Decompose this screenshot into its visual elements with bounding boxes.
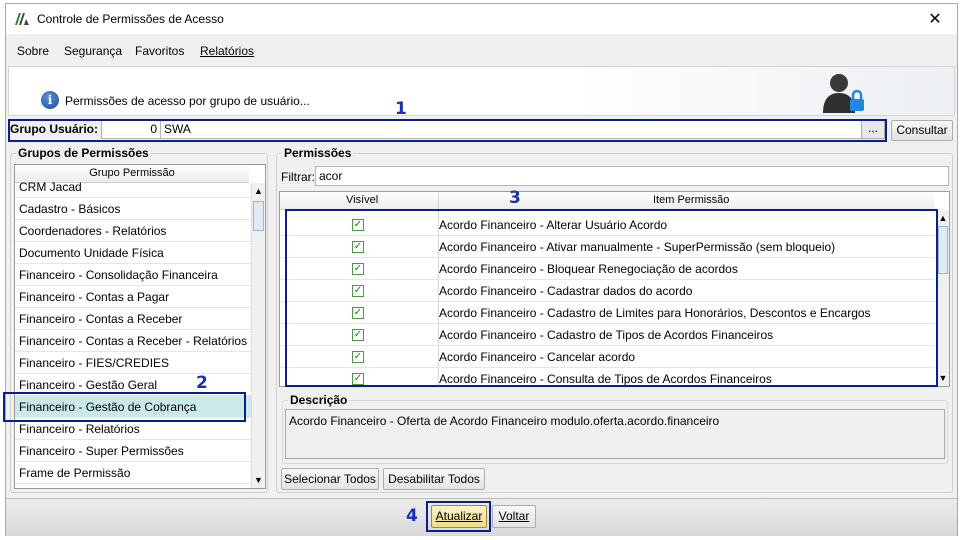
select-all-button[interactable]: Selecionar Todos <box>281 468 379 490</box>
annotation-box-1 <box>8 119 887 142</box>
atualizar-button[interactable]: Atualizar <box>431 505 487 528</box>
filter-label: Filtrar: <box>281 170 315 184</box>
grupos-permissoes-title: Grupos de Permissões <box>16 146 151 160</box>
app-logo-icon <box>15 13 29 25</box>
menu-sobre[interactable]: Sobre <box>17 44 49 58</box>
descricao-text: Acordo Financeiro - Oferta de Acordo Fin… <box>285 409 945 459</box>
grupo-list-item[interactable]: Documento Unidade Física <box>15 242 251 264</box>
info-icon: i <box>41 91 59 109</box>
scroll-thumb[interactable] <box>938 226 948 274</box>
menu-favoritos[interactable]: Favoritos <box>135 44 184 58</box>
grupo-list-item[interactable]: Financeiro - Contas a Receber <box>15 308 251 330</box>
close-button[interactable]: ✕ <box>913 4 957 34</box>
consultar-button[interactable]: Consultar <box>891 120 953 141</box>
header-info-text: Permissões de acesso por grupo de usuári… <box>65 94 310 108</box>
user-lock-icon <box>823 74 864 113</box>
grupo-list-item[interactable]: Financeiro - Super Permissões <box>15 440 251 462</box>
col-item-permissao[interactable]: Item Permissão <box>653 192 729 209</box>
menu-seguranca[interactable]: Segurança <box>64 44 122 58</box>
window-title: Controle de Permissões de Acesso <box>37 12 224 26</box>
title-bar: Controle de Permissões de Acesso ✕ <box>6 4 957 34</box>
annotation-4: 4 <box>406 506 418 526</box>
scroll-thumb[interactable] <box>253 201 264 231</box>
grupo-list-item[interactable]: Financeiro - FIES/CREDIES <box>15 352 251 374</box>
scroll-up-icon[interactable]: ▲ <box>937 210 949 226</box>
filter-input[interactable]: acor <box>315 166 949 186</box>
grupos-scrollbar[interactable]: ▲ ▼ <box>251 183 265 488</box>
scroll-down-icon[interactable]: ▼ <box>252 472 265 488</box>
grupo-list-item[interactable]: CRM Jacad <box>15 176 251 198</box>
annotation-3: 3 <box>509 188 521 208</box>
grupo-list-item[interactable]: Financeiro - Consolidação Financeira <box>15 264 251 286</box>
close-icon: ✕ <box>928 11 942 28</box>
annotation-box-2 <box>3 392 246 422</box>
grupo-list-item[interactable]: Financeiro - Contas a Receber - Relatóri… <box>15 330 251 352</box>
disable-all-button[interactable]: Desabilitar Todos <box>383 468 485 490</box>
main-window: Controle de Permissões de Acesso ✕ Sobre… <box>3 3 958 536</box>
grupo-list-item[interactable]: Financeiro - Contas a Pagar <box>15 286 251 308</box>
annotation-2: 2 <box>196 373 208 393</box>
grupo-list-item[interactable]: Frame de Permissão <box>15 462 251 484</box>
permissoes-title: Permissões <box>282 146 354 160</box>
annotation-1: 1 <box>395 99 407 119</box>
grupos-list: Grupo Permissão CRM Jacad Cadastro - Bási… <box>14 164 266 489</box>
scroll-down-icon[interactable]: ▼ <box>937 370 949 386</box>
annotation-box-3 <box>285 209 938 387</box>
grupo-list-item[interactable]: Coordenadores - Relatórios <box>15 220 251 242</box>
grupo-list-item[interactable]: Cadastro - Básicos <box>15 198 251 220</box>
col-visivel[interactable]: Visível <box>346 192 378 209</box>
header-banner: i Permissões de acesso por grupo de usuá… <box>8 66 955 116</box>
voltar-button[interactable]: Voltar <box>492 505 536 528</box>
permissoes-header: Visível Item Permissão <box>280 192 934 210</box>
descricao-title: Descrição <box>288 393 350 407</box>
menu-bar: Sobre Segurança Favoritos Relatórios <box>6 38 957 64</box>
menu-relatorios[interactable]: Relatórios <box>200 44 254 58</box>
scroll-up-icon[interactable]: ▲ <box>252 183 265 199</box>
